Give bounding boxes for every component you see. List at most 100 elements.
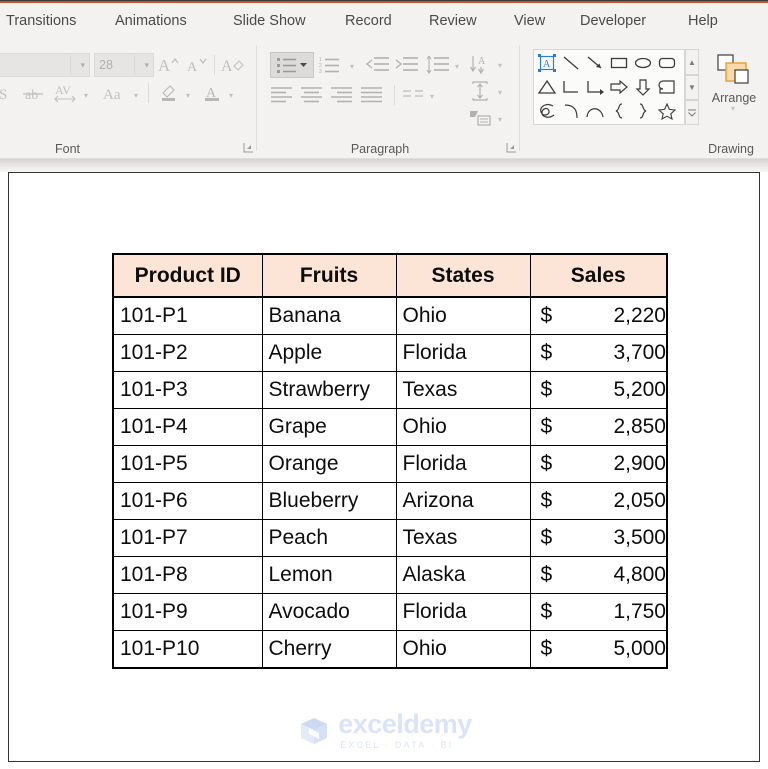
decrease-list-level-button[interactable]: [365, 53, 391, 77]
cell-sales[interactable]: $ 1,750: [529, 593, 668, 631]
cell-fruit[interactable]: Blueberry: [261, 482, 397, 520]
cell-fruit[interactable]: Avocado: [261, 593, 397, 631]
column-header-fruits[interactable]: Fruits: [261, 253, 397, 298]
arrange-button[interactable]: Arrange ▾: [706, 53, 762, 113]
text-direction-button[interactable]: A: [468, 52, 494, 76]
strikethrough-button[interactable]: ab: [22, 81, 46, 105]
tab-record[interactable]: Record: [345, 3, 392, 39]
increase-list-level-button[interactable]: [394, 53, 420, 77]
shape-elbow-connector-icon[interactable]: [559, 75, 583, 99]
shape-oval-icon[interactable]: [631, 51, 655, 75]
table-row[interactable]: 101-P3 Strawberry Texas $ 5,200: [112, 371, 668, 409]
cell-fruit[interactable]: Cherry: [261, 630, 397, 669]
cell-state[interactable]: Florida: [395, 445, 531, 483]
cell-state[interactable]: Ohio: [395, 630, 531, 669]
cell-product-id[interactable]: 101-P7: [112, 519, 263, 557]
chevron-down-icon[interactable]: ▾: [430, 93, 434, 101]
cell-fruit[interactable]: Strawberry: [261, 371, 397, 409]
chevron-down-icon[interactable]: ▾: [186, 92, 190, 100]
shapes-scroll-down-button[interactable]: ▼: [685, 75, 699, 100]
shapes-scroll-up-button[interactable]: ▲: [685, 49, 699, 75]
cell-state[interactable]: Alaska: [395, 556, 531, 594]
cell-fruit[interactable]: Banana: [261, 296, 397, 335]
align-right-button[interactable]: [328, 83, 356, 107]
align-text-button[interactable]: [468, 79, 494, 103]
tab-review[interactable]: Review: [429, 3, 477, 39]
cell-sales[interactable]: $ 2,050: [529, 482, 668, 520]
table-row[interactable]: 101-P9 Avocado Florida $ 1,750: [112, 593, 668, 631]
cell-fruit[interactable]: Lemon: [261, 556, 397, 594]
cell-sales[interactable]: $ 2,850: [529, 408, 668, 446]
column-header-states[interactable]: States: [395, 253, 531, 298]
cell-product-id[interactable]: 101-P6: [112, 482, 263, 520]
shape-rectangle-icon[interactable]: [607, 51, 631, 75]
cell-sales[interactable]: $ 5,200: [529, 371, 668, 409]
table-row[interactable]: 101-P6 Blueberry Arizona $ 2,050: [112, 482, 668, 520]
tab-transitions[interactable]: Transitions: [6, 3, 76, 39]
chevron-down-icon[interactable]: ▾: [350, 63, 354, 71]
table-row[interactable]: 101-P7 Peach Texas $ 3,500: [112, 519, 668, 557]
clear-formatting-button[interactable]: A: [219, 53, 247, 77]
cell-sales[interactable]: $ 2,220: [529, 296, 668, 335]
line-spacing-button[interactable]: [424, 53, 452, 77]
justify-button[interactable]: [358, 83, 386, 107]
cell-fruit[interactable]: Apple: [261, 334, 397, 372]
chevron-down-icon[interactable]: ▾: [134, 92, 138, 100]
shape-scribble-icon[interactable]: [535, 99, 559, 123]
cell-sales[interactable]: $ 4,800: [529, 556, 668, 594]
font-size-combobox[interactable]: 28 ▾: [94, 53, 154, 77]
cell-sales[interactable]: $ 5,000: [529, 630, 668, 669]
font-name-combobox[interactable]: ▾: [0, 53, 90, 77]
convert-to-smartart-button[interactable]: [468, 106, 494, 130]
change-case-button[interactable]: Aa: [100, 81, 132, 105]
text-highlight-color-button[interactable]: [157, 81, 183, 105]
table-row[interactable]: 101-P1 Banana Ohio $ 2,220: [112, 296, 668, 335]
shape-arc-icon[interactable]: [559, 99, 583, 123]
slide-canvas[interactable]: Product ID Fruits States Sales 101-P1 Ba…: [8, 172, 760, 762]
paragraph-dialog-launcher[interactable]: [506, 142, 517, 153]
cell-state[interactable]: Texas: [395, 519, 531, 557]
shape-text-box-icon[interactable]: A: [535, 51, 559, 75]
shape-right-arrow-icon[interactable]: [607, 75, 631, 99]
font-dialog-launcher[interactable]: [243, 142, 254, 153]
tab-view[interactable]: View: [514, 3, 545, 39]
table-row[interactable]: 101-P2 Apple Florida $ 3,700: [112, 334, 668, 372]
chevron-down-icon[interactable]: ▾: [455, 63, 459, 71]
tab-developer[interactable]: Developer: [580, 3, 646, 39]
increase-font-size-button[interactable]: A: [156, 53, 182, 77]
shape-isosceles-triangle-icon[interactable]: [535, 75, 559, 99]
table-row[interactable]: 101-P10 Cherry Ohio $ 5,000: [112, 630, 668, 669]
chevron-down-icon[interactable]: ▾: [229, 92, 233, 100]
cell-product-id[interactable]: 101-P10: [112, 630, 263, 669]
shapes-more-button[interactable]: [685, 100, 699, 125]
tab-animations[interactable]: Animations: [115, 3, 187, 39]
character-spacing-button[interactable]: AV: [52, 81, 82, 105]
table-row[interactable]: 101-P4 Grape Ohio $ 2,850: [112, 408, 668, 446]
shape-star-icon[interactable]: [655, 99, 679, 123]
tab-help[interactable]: Help: [688, 3, 718, 39]
shape-line-arrow-icon[interactable]: [583, 51, 607, 75]
cell-state[interactable]: Arizona: [395, 482, 531, 520]
bullets-button[interactable]: [270, 52, 314, 78]
chevron-down-icon[interactable]: ▾: [498, 62, 502, 70]
cell-product-id[interactable]: 101-P3: [112, 371, 263, 409]
chevron-down-icon[interactable]: ▾: [498, 89, 502, 97]
column-header-sales[interactable]: Sales: [529, 253, 668, 298]
table-row[interactable]: 101-P5 Orange Florida $ 2,900: [112, 445, 668, 483]
shape-rounded-rectangle-icon[interactable]: [655, 51, 679, 75]
table-row[interactable]: 101-P8 Lemon Alaska $ 4,800: [112, 556, 668, 594]
text-shadow-button[interactable]: S: [0, 81, 16, 105]
align-left-button[interactable]: [268, 83, 296, 107]
font-color-button[interactable]: A: [200, 81, 226, 105]
chevron-down-icon[interactable]: ▾: [498, 116, 502, 124]
tab-slide-show[interactable]: Slide Show: [233, 3, 306, 39]
cell-fruit[interactable]: Peach: [261, 519, 397, 557]
shape-right-brace-icon[interactable]: [631, 99, 655, 123]
cell-state[interactable]: Florida: [395, 593, 531, 631]
cell-state[interactable]: Ohio: [395, 296, 531, 335]
cell-product-id[interactable]: 101-P9: [112, 593, 263, 631]
shape-line-icon[interactable]: [559, 51, 583, 75]
cell-product-id[interactable]: 101-P4: [112, 408, 263, 446]
column-header-product-id[interactable]: Product ID: [112, 253, 263, 298]
cell-product-id[interactable]: 101-P1: [112, 296, 263, 335]
